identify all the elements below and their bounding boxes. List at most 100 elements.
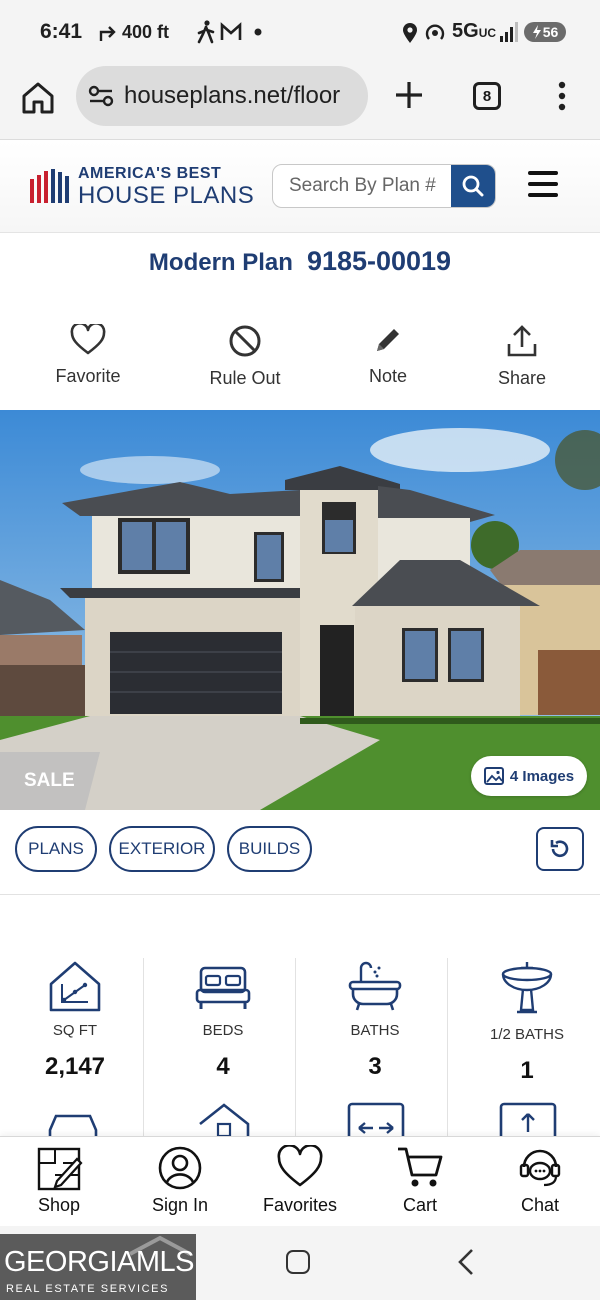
logo-line-1: AMERICA'S BEST xyxy=(78,165,222,182)
plan-hero-image[interactable]: SALE 4 Images xyxy=(0,410,600,810)
heart-icon xyxy=(277,1145,323,1187)
stat-sqft-label: SQ FT xyxy=(52,1022,98,1039)
chat-headset-icon xyxy=(519,1149,561,1187)
site-header: AMERICA'S BEST HOUSE PLANS xyxy=(0,141,600,233)
nav-favorites[interactable]: Favorites xyxy=(245,1145,355,1216)
logo-line-2: HOUSE PLANS xyxy=(78,182,255,209)
image-gallery-icon xyxy=(483,767,504,785)
chip-plans[interactable]: PLANS xyxy=(15,826,97,872)
chip-exterior[interactable]: EXTERIOR xyxy=(109,826,215,872)
plan-actions: Favorite Rule Out Note Share xyxy=(0,320,600,400)
charging-icon xyxy=(532,25,541,39)
dot-icon xyxy=(254,28,262,36)
heart-icon xyxy=(70,324,106,355)
plan-search-input[interactable] xyxy=(273,165,453,207)
house-photo xyxy=(0,410,600,810)
stat-baths-label: BATHS xyxy=(350,1022,400,1039)
nav-chat[interactable]: Chat xyxy=(485,1145,595,1216)
share-label: Share xyxy=(497,368,547,388)
hamburger-menu-icon[interactable] xyxy=(528,171,558,199)
stat-sqft-value: 2,147 xyxy=(44,1053,106,1080)
home-icon[interactable] xyxy=(20,80,56,116)
stat-half-baths-label: 1/2 BATHS xyxy=(490,1026,564,1043)
plan-title: Modern Plan 9185-00019 xyxy=(0,246,600,277)
rule-out-label: Rule Out xyxy=(209,368,281,388)
stat-half-baths: 1/2 BATHS 1 xyxy=(452,950,600,1085)
plan-search xyxy=(272,164,496,208)
new-tab-icon[interactable] xyxy=(392,78,426,112)
battery-level: 56 xyxy=(542,24,559,40)
nav-distance-text: 400 ft xyxy=(122,22,170,42)
tab-switcher-button[interactable]: 8 xyxy=(473,82,501,110)
sale-badge: SALE xyxy=(0,752,100,810)
shop-icon xyxy=(37,1147,83,1191)
url-text: houseplans.net/floor xyxy=(124,82,341,109)
stat-baths-value: 3 xyxy=(368,1053,382,1080)
nav-shop[interactable]: Shop xyxy=(4,1145,114,1216)
browser-toolbar: houseplans.net/floor 8 xyxy=(0,64,600,140)
turn-arrow-icon xyxy=(99,25,116,41)
nav-favorites-label: Favorites xyxy=(262,1195,338,1215)
nav-sign-in-label: Sign In xyxy=(151,1195,209,1215)
stat-half-baths-value: 1 xyxy=(520,1057,534,1084)
nav-cart-label: Cart xyxy=(402,1195,437,1215)
system-navigation-bar: GEORGIAMLS REAL ESTATE SERVICES xyxy=(0,1226,600,1300)
site-settings-icon[interactable] xyxy=(88,84,114,108)
images-count-label: 4 Images xyxy=(509,767,575,785)
status-time: 6:41 xyxy=(40,20,83,43)
bathtub-icon xyxy=(348,961,402,1011)
view-images-button[interactable]: 4 Images xyxy=(471,756,587,796)
gmail-icon xyxy=(220,22,242,40)
nav-cart[interactable]: Cart xyxy=(365,1145,475,1216)
depth-icon xyxy=(499,1102,557,1140)
search-button[interactable] xyxy=(451,165,495,207)
share-button[interactable]: Share xyxy=(462,320,582,389)
signal-icon xyxy=(500,22,518,42)
search-icon xyxy=(462,175,484,197)
cart-icon xyxy=(398,1147,443,1187)
status-bar: 6:41 400 ft 5GUC 56 xyxy=(0,0,600,64)
section-divider xyxy=(0,894,600,895)
stat-beds-label: BEDS xyxy=(202,1022,244,1039)
nav-distance: 400 ft xyxy=(98,22,169,43)
stat-beds: BEDS 4 xyxy=(148,950,298,1081)
share-icon xyxy=(507,325,537,357)
plan-style: Modern Plan xyxy=(148,249,293,276)
nav-sign-in[interactable]: Sign In xyxy=(125,1145,235,1216)
width-icon xyxy=(347,1102,405,1140)
stat-baths: BATHS 3 xyxy=(300,950,450,1081)
note-button[interactable]: Note xyxy=(328,320,448,387)
watermark-line-2: REAL ESTATE SERVICES xyxy=(6,1283,170,1295)
site-logo[interactable]: AMERICA'S BEST HOUSE PLANS xyxy=(30,165,260,209)
system-home-button[interactable] xyxy=(286,1250,310,1274)
favorite-button[interactable]: Favorite xyxy=(28,320,148,387)
media-filter-chips: PLANS EXTERIOR BUILDS xyxy=(0,826,600,874)
stat-sqft: SQ FT 2,147 xyxy=(0,950,150,1081)
bottom-navigation: Shop Sign In Favorites Cart Chat xyxy=(0,1136,600,1226)
plan-stats-row-2 xyxy=(0,1100,600,1140)
nav-chat-label: Chat xyxy=(520,1195,560,1215)
stat-beds-value: 4 xyxy=(216,1053,230,1080)
rule-out-button[interactable]: Rule Out xyxy=(185,320,305,389)
house-sqft-icon xyxy=(49,961,101,1012)
house-stories-icon xyxy=(199,1103,250,1140)
back-icon[interactable] xyxy=(456,1248,476,1276)
more-options-icon[interactable] xyxy=(552,80,572,112)
user-icon xyxy=(158,1146,202,1190)
network-type: 5GUC xyxy=(452,20,496,43)
address-bar[interactable]: houseplans.net/floor xyxy=(76,66,368,126)
chip-builds[interactable]: BUILDS xyxy=(227,826,312,872)
location-icon xyxy=(403,23,417,43)
note-label: Note xyxy=(368,366,408,386)
network-label: 5G xyxy=(452,20,479,42)
nav-shop-label: Shop xyxy=(37,1195,81,1215)
reset-button[interactable] xyxy=(536,827,584,871)
georgia-mls-watermark: GEORGIAMLS REAL ESTATE SERVICES xyxy=(0,1234,196,1300)
hotspot-icon xyxy=(425,24,445,40)
sink-icon xyxy=(501,962,553,1014)
watermark-line-1: GEORGIAMLS xyxy=(4,1246,195,1278)
pencil-icon xyxy=(377,329,399,351)
plan-number: 9185-00019 xyxy=(306,246,452,276)
battery-indicator: 56 xyxy=(524,22,566,42)
favorite-label: Favorite xyxy=(55,366,121,386)
